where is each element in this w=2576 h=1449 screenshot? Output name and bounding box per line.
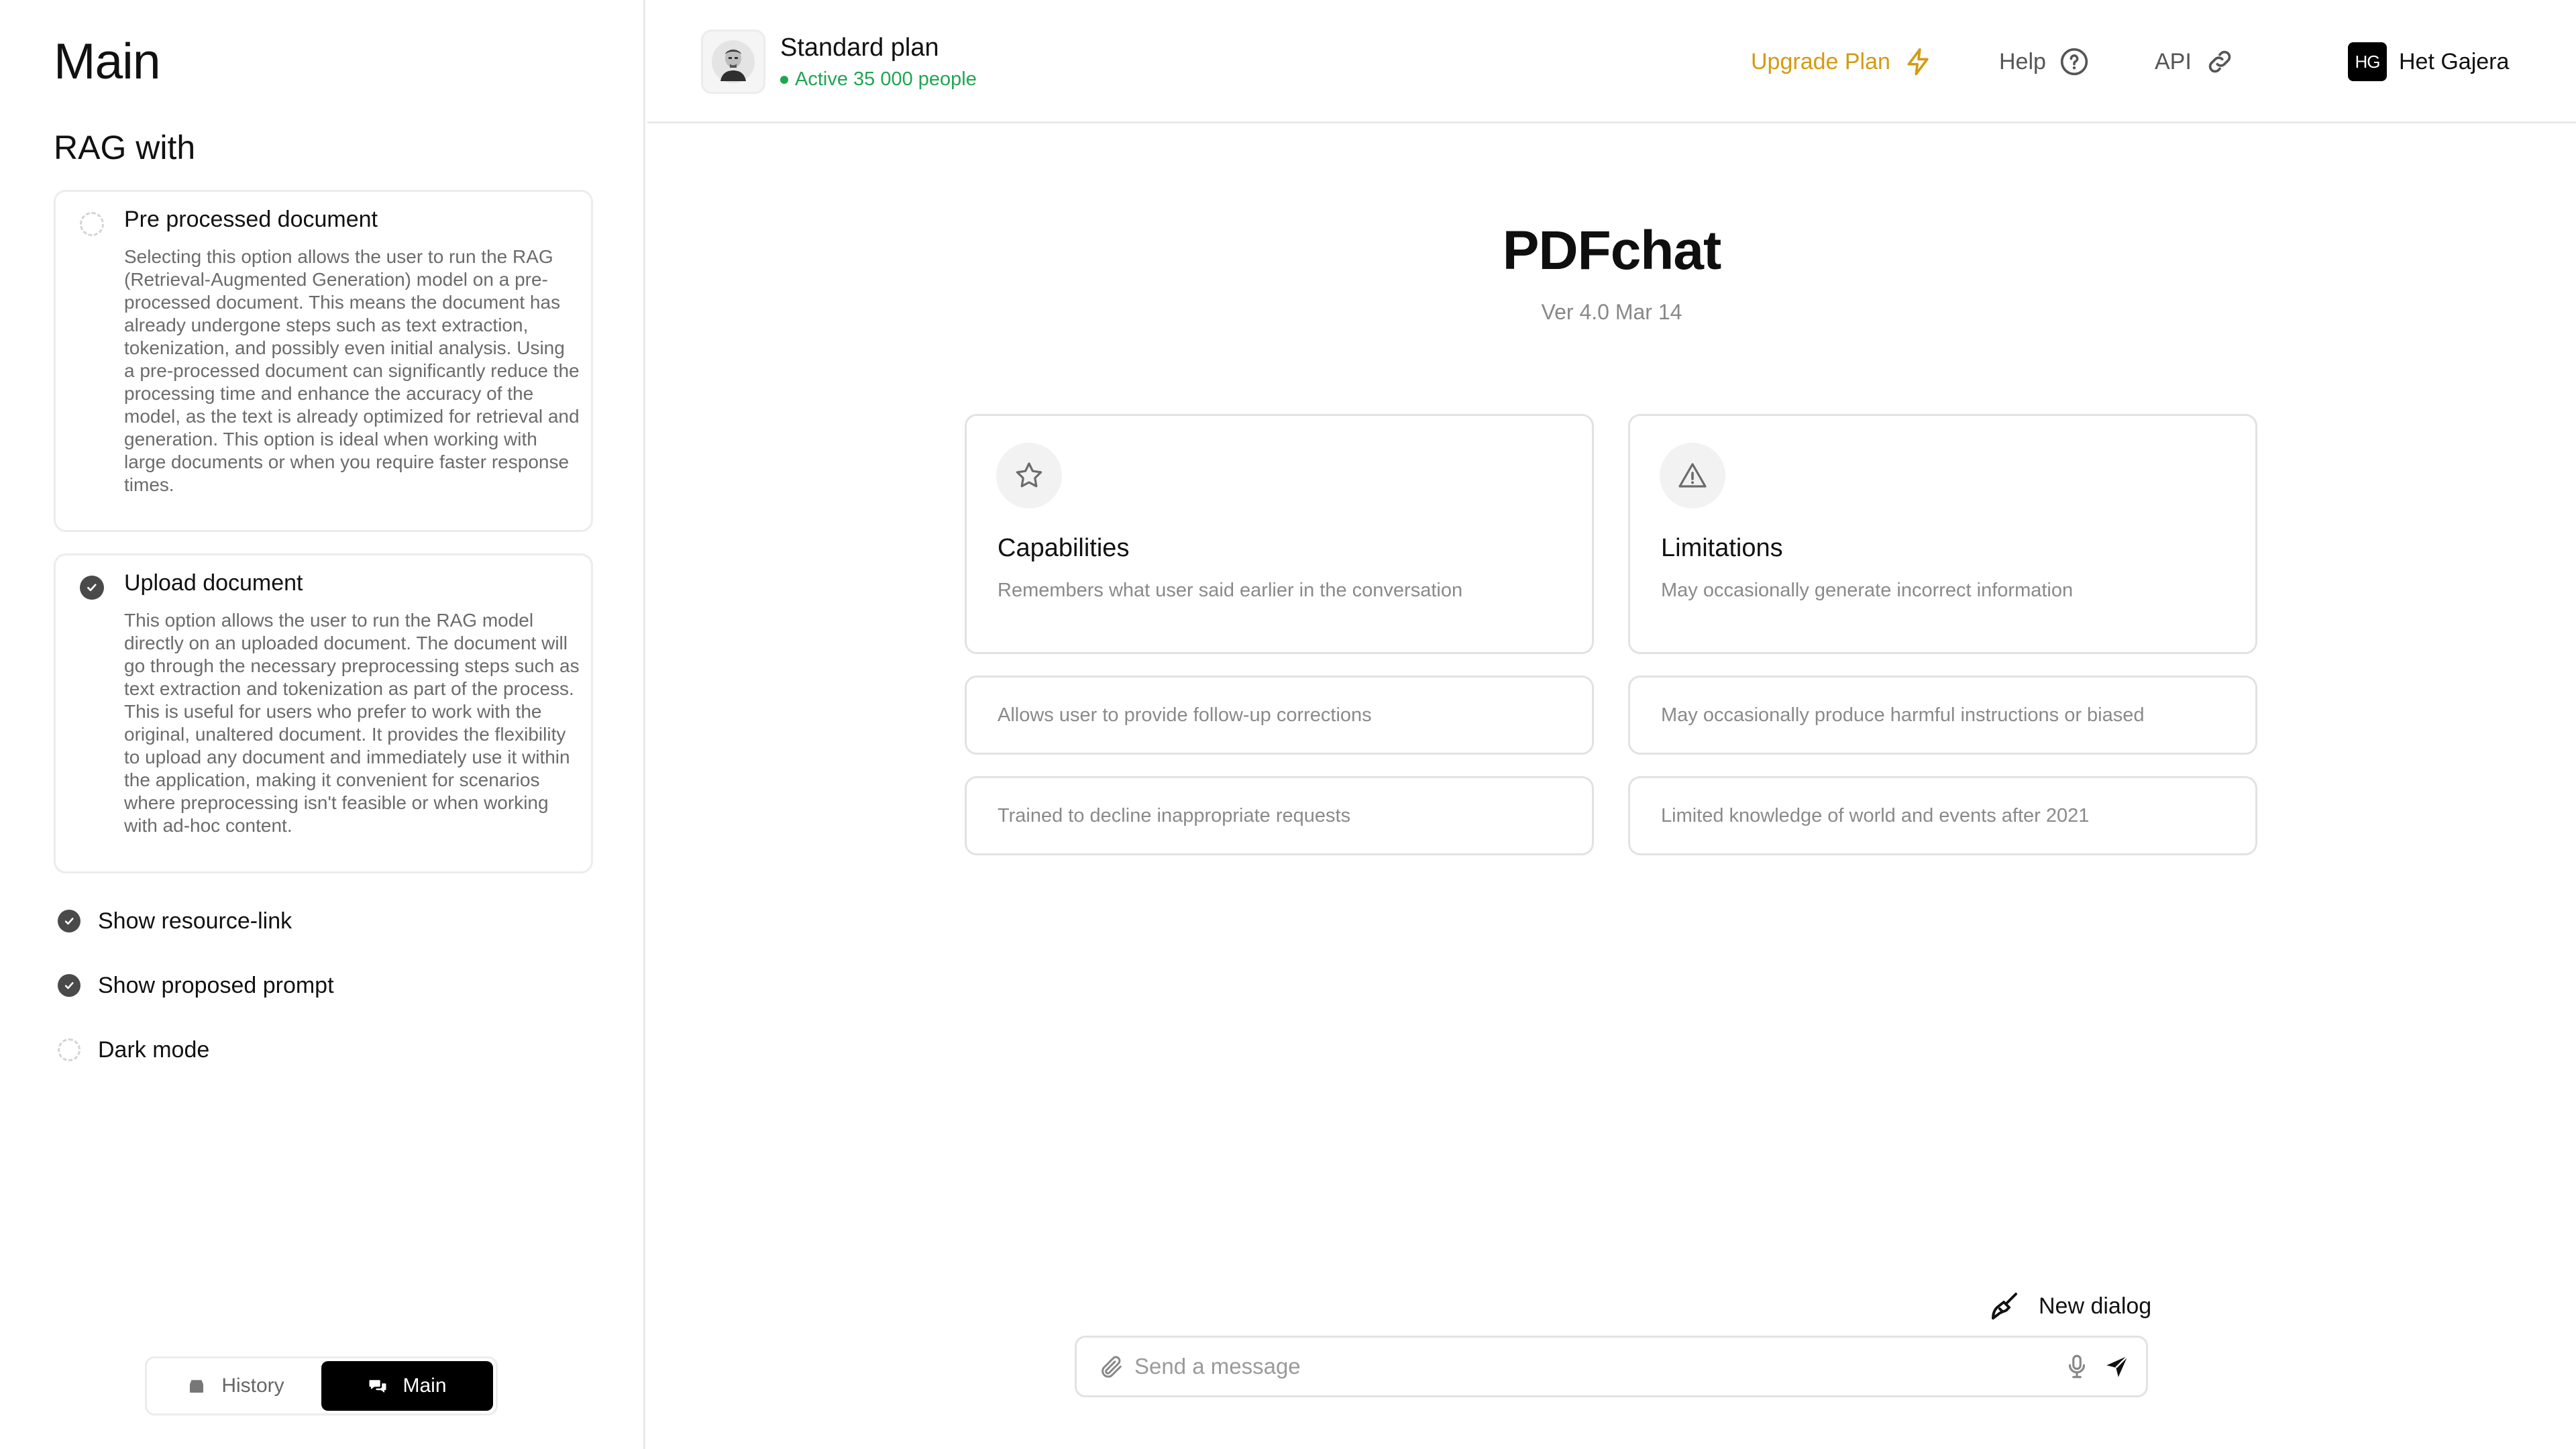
capability-item: Allows user to provide follow-up correct…	[998, 704, 1372, 726]
limitation-item: Limited knowledge of world and events af…	[1661, 804, 2090, 826]
toggle-dark-mode[interactable]: Dark mode	[58, 1033, 209, 1067]
toggle-label: Show resource-link	[98, 908, 292, 934]
capability-card: Trained to decline inappropriate request…	[965, 776, 1594, 855]
sidebar-title: Main	[54, 33, 161, 89]
app-version: Ver 4.0 Mar 14	[1541, 300, 1682, 324]
paperclip-icon[interactable]	[1098, 1354, 1125, 1381]
app-title: PDFchat	[1502, 220, 1722, 281]
link-icon	[2208, 50, 2231, 73]
api-label: API	[2155, 48, 2192, 74]
chat-bubbles-icon	[369, 1380, 386, 1393]
upgrade-plan-label: Upgrade Plan	[1751, 48, 1890, 74]
top-bar: Standard plan Active 35 000 people Upgra…	[647, 0, 2576, 123]
user-name: Het Gajera	[2399, 48, 2510, 74]
lightning-icon	[1907, 48, 1929, 76]
toggle-label: Show proposed prompt	[98, 972, 334, 998]
question-circle-icon	[2060, 48, 2088, 76]
toggle-show-resource-link[interactable]: Show resource-link	[58, 904, 292, 938]
capability-item: Remembers what user said earlier in the …	[998, 580, 1463, 601]
help-label: Help	[1999, 48, 2046, 74]
help-link[interactable]: Help	[1999, 42, 2089, 82]
star-icon	[996, 443, 1062, 508]
new-dialog-button[interactable]: New dialog	[1989, 1287, 2151, 1325]
broom-icon	[1992, 1293, 2017, 1320]
archive-icon	[190, 1380, 204, 1393]
view-switcher: History Main	[145, 1356, 498, 1415]
option-upload-document[interactable]: Upload document This option allows the u…	[54, 553, 593, 873]
microphone-icon[interactable]	[2063, 1352, 2091, 1381]
toggle-label: Dark mode	[98, 1036, 210, 1063]
upgrade-plan-link[interactable]: Upgrade Plan	[1751, 42, 1933, 82]
plan-status-text: Active 35 000 people	[795, 68, 977, 90]
send-icon[interactable]	[2103, 1352, 2131, 1381]
capability-card: Allows user to provide follow-up correct…	[965, 676, 1594, 755]
option-description: This option allows the user to run the R…	[124, 610, 580, 836]
limitation-item: May occasionally produce harmful instruc…	[1661, 704, 2145, 726]
history-tab-label: History	[221, 1375, 284, 1397]
status-dot-icon	[780, 75, 788, 84]
sidebar: Main RAG with Pre processed document Sel…	[0, 0, 645, 1449]
limitation-item: May occasionally generate incorrect info…	[1661, 580, 2074, 601]
option-description: Selecting this option allows the user to…	[124, 246, 580, 495]
option-title: Upload document	[124, 570, 303, 596]
limitations-card: Limitations May occasionally generate in…	[1628, 414, 2257, 654]
main-content: PDFchat Ver 4.0 Mar 14 Capabilities Reme…	[647, 125, 2576, 1449]
radio-unchecked-icon[interactable]	[80, 212, 104, 236]
sidebar-subtitle: RAG with	[54, 129, 196, 166]
user-menu[interactable]: HG Het Gajera	[2348, 42, 2509, 82]
plan-status: Active 35 000 people	[780, 68, 977, 91]
capability-item: Trained to decline inappropriate request…	[998, 804, 1351, 826]
limitation-card: Limited knowledge of world and events af…	[1628, 776, 2257, 855]
message-composer	[1075, 1336, 2148, 1397]
checkbox-checked-icon[interactable]	[58, 974, 80, 997]
option-preprocessed-document[interactable]: Pre processed document Selecting this op…	[54, 190, 593, 532]
toggle-show-proposed-prompt[interactable]: Show proposed prompt	[58, 969, 334, 1002]
main-tab[interactable]: Main	[321, 1361, 493, 1411]
capabilities-card: Capabilities Remembers what user said ea…	[965, 414, 1594, 654]
message-input[interactable]	[1134, 1344, 2033, 1389]
option-title: Pre processed document	[124, 207, 378, 232]
limitations-title: Limitations	[1661, 534, 1783, 562]
checkbox-unchecked-icon[interactable]	[58, 1038, 80, 1061]
history-tab[interactable]: History	[150, 1361, 321, 1411]
user-avatar: HG	[2348, 42, 2387, 81]
new-dialog-label: New dialog	[2039, 1293, 2152, 1319]
plan-name: Standard plan	[780, 34, 939, 62]
main-tab-label: Main	[402, 1375, 447, 1397]
capabilities-title: Capabilities	[998, 534, 1130, 562]
radio-checked-icon[interactable]	[80, 576, 104, 600]
api-link[interactable]: API	[2155, 42, 2235, 82]
app-root: Main RAG with Pre processed document Sel…	[0, 0, 2576, 1449]
warning-icon	[1660, 443, 1725, 508]
plan-avatar	[701, 30, 765, 94]
checkbox-checked-icon[interactable]	[58, 910, 80, 932]
limitation-card: May occasionally produce harmful instruc…	[1628, 676, 2257, 755]
avatar-portrait-icon	[712, 40, 755, 83]
